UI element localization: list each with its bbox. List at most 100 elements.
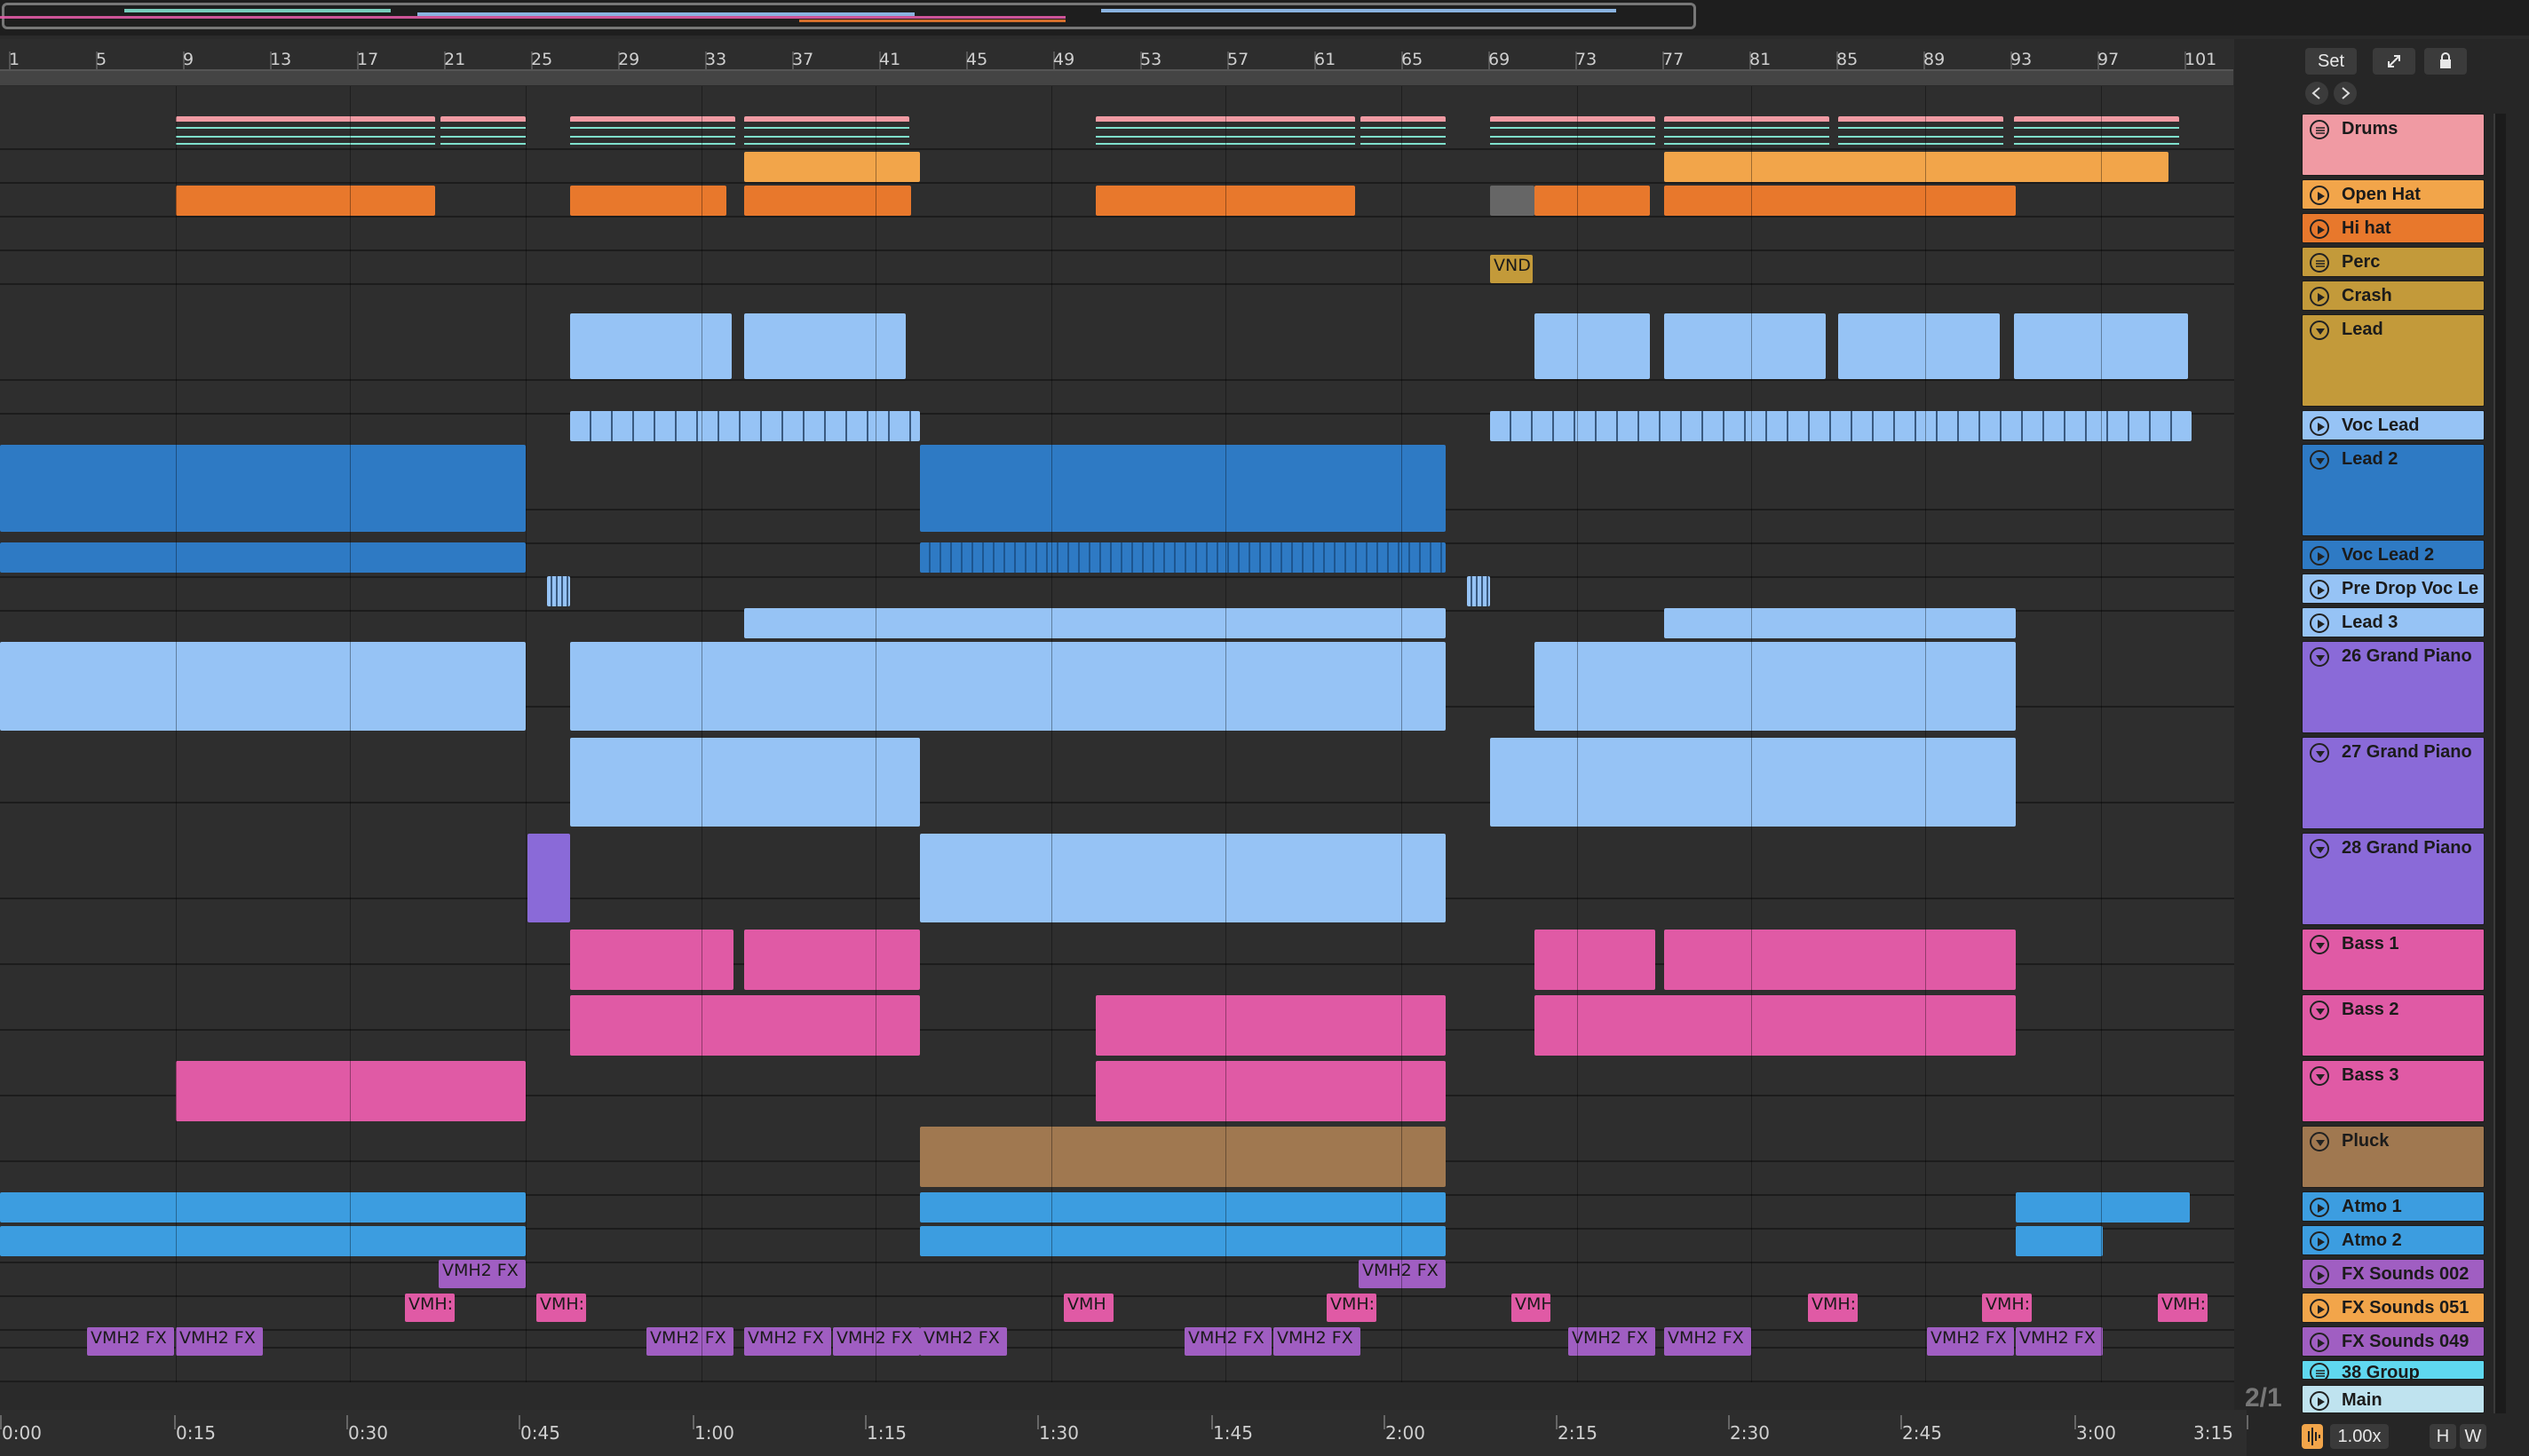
audio-clip[interactable]: VMH:	[1808, 1294, 1858, 1322]
track-header-28-grand-piano[interactable]: 28 Grand Piano	[2302, 833, 2485, 925]
midi-clip[interactable]	[920, 834, 1446, 922]
audio-clip[interactable]: VMH:	[1982, 1294, 2032, 1322]
lane-crash[interactable]	[0, 251, 2234, 285]
fold-icon[interactable]	[2310, 450, 2329, 470]
audio-clip[interactable]: VMH	[1511, 1294, 1550, 1322]
midi-clip[interactable]	[1490, 116, 1655, 148]
play-icon[interactable]	[2310, 546, 2329, 566]
track-header-lead-3[interactable]: Lead 3	[2302, 607, 2485, 637]
audio-clip[interactable]: VMH2 FX	[744, 1327, 831, 1356]
midi-clip[interactable]	[1664, 116, 1829, 148]
track-header-fx-sounds-002[interactable]: FX Sounds 002	[2302, 1259, 2485, 1289]
midi-clip[interactable]	[1490, 186, 1534, 216]
audio-clip[interactable]: VMH2 FX	[1185, 1327, 1272, 1356]
midi-clip[interactable]	[1534, 930, 1655, 990]
play-icon[interactable]	[2310, 1333, 2329, 1352]
midi-clip[interactable]	[0, 642, 526, 731]
w-button[interactable]: W	[2460, 1424, 2486, 1449]
play-icon[interactable]	[2310, 1299, 2329, 1318]
track-header-pre-drop-voc[interactable]: Pre Drop Voc Le	[2302, 574, 2485, 604]
arrangement-view[interactable]: VND VMH2 FX VMH2 FX VMH: VMH: VMH VMH: V…	[0, 86, 2234, 1382]
audio-clip[interactable]	[1490, 411, 2192, 441]
midi-clip[interactable]	[1534, 313, 1650, 379]
midi-clip[interactable]	[1664, 186, 2016, 216]
audio-clip[interactable]: VMH2 FX	[646, 1327, 733, 1356]
play-icon[interactable]	[2310, 580, 2329, 599]
midi-clip[interactable]	[0, 445, 526, 532]
lane-main[interactable]	[0, 1349, 2234, 1382]
group-fold-icon[interactable]	[2310, 120, 2329, 139]
audio-clip[interactable]	[2016, 1192, 2190, 1223]
track-header-perc[interactable]: Perc	[2302, 247, 2485, 277]
audio-clip[interactable]: VMH2 FX	[920, 1327, 1007, 1356]
audio-clip[interactable]	[920, 1192, 1446, 1223]
midi-clip[interactable]: VND	[1490, 255, 1533, 283]
fold-icon[interactable]	[2310, 647, 2329, 667]
audio-clip[interactable]: VMH:	[405, 1294, 455, 1322]
track-header-drums[interactable]: Drums	[2302, 114, 2485, 176]
track-header-voc-lead[interactable]: Voc Lead	[2302, 410, 2485, 440]
group-fold-icon[interactable]	[2310, 253, 2329, 273]
lane-lead-3[interactable]	[0, 578, 2234, 612]
midi-clip[interactable]	[176, 1061, 526, 1121]
audio-clip[interactable]	[920, 542, 1446, 573]
midi-clip[interactable]	[1664, 608, 2016, 638]
midi-clip[interactable]	[744, 152, 920, 182]
midi-clip[interactable]	[1838, 313, 2000, 379]
forward-arrow-icon[interactable]	[2334, 82, 2357, 105]
play-icon[interactable]	[2310, 186, 2329, 205]
midi-clip[interactable]	[744, 930, 920, 990]
lane-38-group[interactable]	[0, 1331, 2234, 1349]
play-icon[interactable]	[2310, 287, 2329, 306]
track-header-27-grand-piano[interactable]: 27 Grand Piano	[2302, 737, 2485, 829]
track-header-crash[interactable]: Crash	[2302, 281, 2485, 311]
midi-clip[interactable]	[1096, 1061, 1446, 1121]
audio-clip[interactable]: VMH2 FX	[1359, 1260, 1446, 1288]
play-icon[interactable]	[2310, 1231, 2329, 1251]
track-header-bass-3[interactable]: Bass 3	[2302, 1060, 2485, 1122]
midi-clip[interactable]	[744, 116, 909, 148]
audio-clip[interactable]	[920, 1226, 1446, 1256]
audio-clip[interactable]	[1467, 576, 1490, 606]
track-header-bass-2[interactable]: Bass 2	[2302, 994, 2485, 1056]
audio-clip[interactable]: VMH2 FX	[833, 1327, 920, 1356]
audio-clip[interactable]: VMH2 FX	[176, 1327, 263, 1356]
midi-clip[interactable]	[570, 930, 733, 990]
audio-clip[interactable]	[0, 1226, 526, 1256]
midi-clip[interactable]	[1534, 186, 1650, 216]
track-header-lead-2[interactable]: Lead 2	[2302, 444, 2485, 536]
track-header-26-grand-piano[interactable]: 26 Grand Piano	[2302, 641, 2485, 733]
audio-clip[interactable]: VMH2 FX	[1273, 1327, 1360, 1356]
lane-fx-sounds-049[interactable]	[0, 1297, 2234, 1331]
track-header-fx-sounds-051[interactable]: FX Sounds 051	[2302, 1293, 2485, 1323]
track-header-pluck[interactable]: Pluck	[2302, 1126, 2485, 1188]
audio-clip[interactable]: VMH2 FX	[87, 1327, 174, 1356]
fold-icon[interactable]	[2310, 743, 2329, 763]
audio-clip[interactable]	[547, 576, 570, 606]
time-ruler[interactable]: 0:00 0:15 0:30 0:45 1:00 1:15 1:30 1:45 …	[0, 1410, 2248, 1456]
play-icon[interactable]	[2310, 1265, 2329, 1285]
play-icon[interactable]	[2310, 613, 2329, 633]
fold-icon[interactable]	[2310, 1066, 2329, 1086]
audio-clip[interactable]: VMH2 FX	[1568, 1327, 1655, 1356]
midi-clip[interactable]	[1664, 152, 2168, 182]
midi-clip[interactable]	[1838, 116, 2003, 148]
track-header-hi-hat[interactable]: Hi hat	[2302, 213, 2485, 243]
midi-clip[interactable]	[744, 313, 906, 379]
audio-clip[interactable]: VMH:	[1327, 1294, 1376, 1322]
audio-clip[interactable]	[0, 1192, 526, 1223]
fold-icon[interactable]	[2310, 935, 2329, 954]
track-header-atmo-1[interactable]: Atmo 1	[2302, 1191, 2485, 1222]
midi-clip[interactable]	[527, 834, 570, 922]
midi-clip[interactable]	[920, 1127, 1446, 1187]
midi-clip[interactable]	[744, 608, 1446, 638]
midi-clip[interactable]	[1664, 313, 1826, 379]
midi-clip[interactable]	[1360, 116, 1446, 148]
play-icon[interactable]	[2310, 1391, 2329, 1411]
midi-clip[interactable]	[744, 186, 911, 216]
audio-clip[interactable]: VMH2 FX	[439, 1260, 526, 1288]
audio-clip[interactable]: VMH2 FX	[1927, 1327, 2014, 1356]
track-header-fx-sounds-049[interactable]: FX Sounds 049	[2302, 1326, 2485, 1357]
track-header-38-group[interactable]: 38 Group	[2302, 1360, 2485, 1380]
play-icon[interactable]	[2310, 416, 2329, 436]
